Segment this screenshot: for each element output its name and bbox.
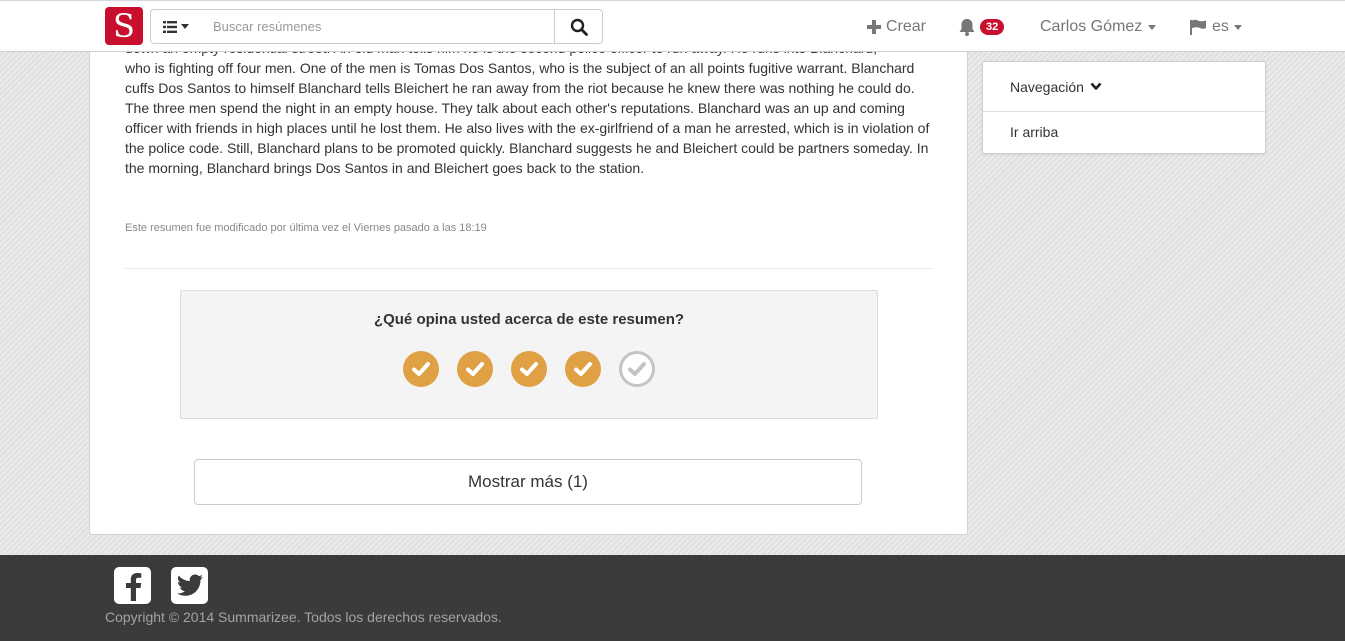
rating-check-5[interactable] bbox=[619, 351, 655, 387]
rating-box: ¿Qué opina usted acerca de este resumen? bbox=[180, 290, 878, 419]
create-label: Crear bbox=[886, 18, 927, 35]
summary-paragraph: who is fighting off four men. One of the… bbox=[125, 60, 930, 176]
summary-text: down an empty residential street. An old… bbox=[125, 38, 935, 178]
facebook-icon bbox=[125, 572, 141, 601]
search-input[interactable] bbox=[200, 9, 555, 44]
twitter-link[interactable] bbox=[171, 567, 208, 604]
user-menu[interactable]: Carlos Gómez bbox=[1040, 16, 1157, 38]
top-navbar: S Crear 32 Carlos Gómez bbox=[0, 0, 1345, 52]
language-menu[interactable]: es bbox=[1189, 16, 1242, 38]
language-label: es bbox=[1212, 18, 1229, 35]
rating-check-4[interactable] bbox=[565, 351, 601, 387]
copyright-text: Copyright © 2014 Summarizee. Todos los d… bbox=[105, 609, 502, 625]
categories-menu-button[interactable] bbox=[150, 9, 201, 44]
navigation-panel: Navegación Ir arriba bbox=[982, 61, 1266, 154]
rating-question: ¿Qué opina usted acerca de este resumen? bbox=[373, 311, 685, 328]
caret-down-icon bbox=[1233, 24, 1242, 30]
go-top-link[interactable]: Ir arriba bbox=[1010, 124, 1058, 140]
footer: Copyright © 2014 Summarizee. Todos los d… bbox=[0, 555, 1345, 641]
notification-badge: 32 bbox=[980, 19, 1005, 35]
rating-check-1[interactable] bbox=[403, 351, 439, 387]
caret-down-icon bbox=[180, 24, 189, 29]
logo[interactable]: S bbox=[105, 7, 143, 45]
twitter-icon bbox=[176, 574, 203, 596]
rating-check-3[interactable] bbox=[511, 351, 547, 387]
summary-panel: down an empty residential street. An old… bbox=[89, 0, 968, 535]
check-icon bbox=[520, 362, 538, 376]
chevron-down-icon bbox=[1090, 82, 1102, 90]
facebook-link[interactable] bbox=[114, 567, 151, 604]
modified-note: Este resumen fue modificado por última v… bbox=[125, 222, 487, 234]
rating-checks bbox=[181, 351, 877, 387]
show-more-button[interactable]: Mostrar más (1) bbox=[194, 459, 862, 505]
notifications-button[interactable]: 32 bbox=[957, 15, 1005, 39]
plus-icon bbox=[867, 20, 881, 34]
search-icon bbox=[570, 18, 588, 36]
user-name: Carlos Gómez bbox=[1040, 18, 1143, 35]
rating-check-2[interactable] bbox=[457, 351, 493, 387]
create-button[interactable]: Crear bbox=[866, 16, 926, 38]
search-button[interactable] bbox=[554, 9, 603, 44]
flag-icon bbox=[1190, 19, 1206, 35]
check-icon bbox=[628, 362, 646, 376]
check-icon bbox=[466, 362, 484, 376]
check-icon bbox=[412, 362, 430, 376]
divider bbox=[125, 268, 933, 269]
navigation-toggle[interactable]: Navegación bbox=[983, 62, 1265, 112]
list-icon bbox=[162, 20, 177, 33]
caret-down-icon bbox=[1148, 24, 1157, 30]
check-icon bbox=[574, 362, 592, 376]
bell-icon bbox=[959, 19, 975, 36]
navigation-heading: Navegación bbox=[1010, 78, 1084, 95]
